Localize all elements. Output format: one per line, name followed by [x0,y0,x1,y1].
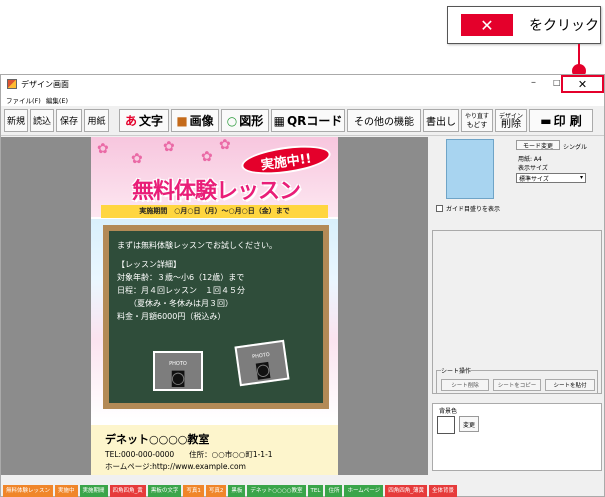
close-icon: ✕ [461,14,513,36]
qr-button[interactable]: ▦ QRコード [271,109,345,132]
period-banner[interactable]: 実施期間 ○月○日（月）〜○月○日（金）まで [101,205,328,218]
board-line: 料金・月額6000円（税込み） [117,312,226,321]
sheet-ops-group: シート操作 シート削除 シートをコピー シートを貼付 [436,366,598,394]
open-button[interactable]: 読込 [30,109,54,132]
text-button[interactable]: あ文字 [119,109,169,132]
sheet-delete-button[interactable]: シート削除 [441,379,489,391]
poster[interactable]: ✿ ✿ ✿ ✿ ✿ 実施中!! 無料体験レッスン 実施期間 ○月○日（月）〜○月… [91,137,338,475]
photo-placeholder-1[interactable]: PHOTO ◙ [153,351,203,391]
size-select[interactable]: 標準サイズ ▾ [516,173,586,183]
board-line: 【レッスン詳細】 [117,260,181,269]
sheet-paste-button[interactable]: シートを貼付 [545,379,595,391]
board-line: （夏休み・冬休みは月３回） [117,299,233,308]
toolbar: 新規 読込 保存 用紙 あ文字 ■ 画像 ○ 図形 ▦ QRコード その他の機能 書出… [1,106,604,136]
homepage: ホームページ:http://www.example.com [105,462,246,471]
camera-icon: ◙ [253,358,272,380]
sheet-ops-label: シート操作 [441,366,472,375]
printer-icon: ▬ [540,113,552,128]
layer-tab[interactable]: TEL [307,485,324,497]
new-button[interactable]: 新規 [4,109,28,132]
layer-tab[interactable]: 四角四角_薄黄 [385,485,427,497]
menu-bar: ファイル(F) 編集(E) [1,93,604,106]
qr-icon: ▦ [273,113,285,128]
right-panel: モード変更 シングル 用紙: A4 表示サイズ 標準サイズ ▾ ガイド目盛りを表示… [430,137,604,475]
menu-edit[interactable]: 編集(E) [46,95,68,105]
tel-address: TEL:000-000-0000 住所：○○市○○町1-1-1 [105,450,273,459]
bg-label: 背景色 [439,408,458,415]
layer-tab[interactable]: 全体背景 [428,485,457,497]
flower-icon: ✿ [131,151,143,167]
window-title: デザイン画面 [21,79,69,89]
sheet-preview[interactable] [446,139,494,199]
paper-button[interactable]: 用紙 [84,109,109,132]
export-button[interactable]: 書出し [423,109,459,132]
bg-change-button[interactable]: 変更 [459,416,479,432]
close-button[interactable]: ✕ [561,75,604,93]
layer-tab[interactable]: 写真2 [205,485,227,497]
blackboard[interactable]: まずは無料体験レッスンでお試しください。 【レッスン詳細】 対象年齢：３歳〜小6… [103,225,329,409]
layer-tab[interactable]: 写真1 [183,485,204,497]
instruction-callout: ✕ をクリック [447,6,601,44]
image-button[interactable]: ■ 画像 [171,109,219,132]
menu-file[interactable]: ファイル(F) [6,95,41,105]
app-icon [7,79,17,89]
title-bar: デザイン画面 – □ ✕ [1,75,604,93]
flower-icon: ✿ [201,149,213,165]
board-line: まずは無料体験レッスンでお試しください。 [117,241,277,250]
layer-tab[interactable]: 実施中 [55,485,78,497]
delete-design-button[interactable]: デザイン 削除 [495,109,527,132]
guide-checkbox[interactable]: ガイド目盛りを表示 [436,204,500,213]
bg-color-swatch[interactable] [437,416,455,434]
photo-placeholder-2[interactable]: PHOTO ◙ [234,339,290,387]
text-icon: あ [124,114,137,128]
other-functions-button[interactable]: その他の機能 [347,109,421,132]
callout-text: をクリック [529,18,599,34]
layer-tab[interactable]: 黒板 [228,485,246,497]
mode-label: シングル [563,144,588,151]
bg-color-group: 背景色 変更 [432,403,602,471]
footer-box[interactable]: デネット○○○○教室 TEL:000-000-0000 住所：○○市○○町1-1… [91,425,338,475]
design-canvas[interactable]: ✿ ✿ ✿ ✿ ✿ 実施中!! 無料体験レッスン 実施期間 ○月○日（月）〜○月… [1,137,428,475]
blackboard-inner: まずは無料体験レッスンでお試しください。 【レッスン詳細】 対象年齢：３歳〜小6… [109,231,323,403]
image-icon: ■ [176,113,188,128]
save-button[interactable]: 保存 [56,109,82,132]
board-line: 対象年齢：３歳〜小6（12歳）まで [117,273,245,282]
camera-icon: ◙ [170,368,186,387]
board-line: 日程：月４回レッスン １回４５分 [117,286,245,295]
design-window: デザイン画面 – □ ✕ ファイル(F) 編集(E) 新規 読込 保存 用紙 あ… [0,74,605,497]
layer-tab[interactable]: 四角四角_黄 [109,485,146,497]
layer-tab[interactable]: 黒板の文字 [147,485,182,497]
paper-label: 用紙: A4 [518,156,542,163]
poster-title[interactable]: 無料体験レッスン [101,173,331,204]
undo-button[interactable]: やり直す もどす [461,109,493,132]
sheet-copy-button[interactable]: シートをコピー [493,379,541,391]
layer-tab[interactable]: 無料体験レッスン [3,485,54,497]
school-name: デネット○○○○教室 [105,433,210,446]
circle-icon: ○ [226,113,238,128]
flower-icon: ✿ [97,141,109,157]
print-button[interactable]: ▬ 印 刷 [529,109,593,132]
layer-tab[interactable]: デネット○○○○教室 [247,485,306,497]
layer-tab[interactable]: 住所 [325,485,343,497]
layer-tab[interactable]: ホームページ [344,485,384,497]
shape-button[interactable]: ○ 図形 [221,109,269,132]
chevron-down-icon: ▾ [579,174,583,181]
flower-icon: ✿ [163,139,175,155]
layer-tab[interactable]: 実施期間 [79,485,108,497]
mode-change-button[interactable]: モード変更 [516,140,560,150]
size-label: 表示サイズ [518,165,548,172]
maximize-button[interactable]: □ [553,78,561,87]
minimize-button[interactable]: – [531,77,536,88]
layer-tabs: 無料体験レッスン 実施中 実施期間 四角四角_黄 黒板の文字 写真1 写真2 黒板 デネット○○… [1,485,604,497]
checkbox-icon [436,205,443,212]
flower-icon: ✿ [219,137,231,153]
